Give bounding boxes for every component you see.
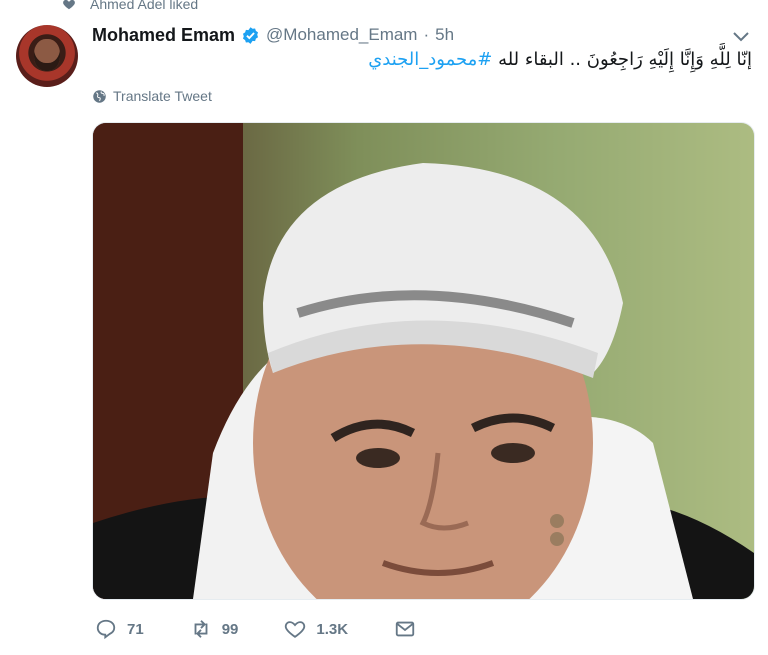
tweet-photo[interactable]: [92, 122, 755, 600]
reply-count: 71: [127, 620, 144, 638]
separator-dot: ·: [423, 25, 430, 44]
tweet-body: إنّا لِلَّهِ وَإِنَّا إِلَيْهِ رَاجِعُون…: [498, 49, 752, 70]
liked-by-text[interactable]: Ahmed Adel liked: [90, 0, 198, 12]
chevron-down-icon[interactable]: [732, 30, 750, 44]
tweet-header: Mohamed Emam @Mohamed_Emam · 5h: [92, 24, 454, 46]
direct-message-button[interactable]: [394, 618, 416, 640]
retweet-count: 99: [221, 620, 239, 638]
dm-icon: [395, 621, 415, 637]
heart-icon: [63, 0, 75, 10]
avatar[interactable]: [16, 25, 78, 87]
hashtag-link[interactable]: #محمود_الجندي: [368, 49, 492, 70]
reply-icon: [96, 619, 116, 640]
author-handle[interactable]: @Mohamed_Emam: [266, 25, 417, 45]
retweet-button[interactable]: 99: [190, 618, 239, 640]
translate-label[interactable]: Translate Tweet: [113, 88, 212, 104]
portrait-image: [93, 123, 754, 599]
verified-badge-icon: [243, 26, 259, 44]
tweet-timestamp[interactable]: 5h: [435, 25, 454, 45]
social-context: Ahmed Adel liked: [62, 0, 198, 14]
reply-button[interactable]: 71: [95, 618, 144, 640]
translate-tweet-link[interactable]: Translate Tweet: [92, 88, 212, 104]
tweet-actions: 71 99 1.3K: [95, 617, 462, 641]
author-name[interactable]: Mohamed Emam: [92, 25, 235, 46]
like-icon: [285, 621, 306, 638]
tweet-text: إنّا لِلَّهِ وَإِنَّا إِلَيْهِ رَاجِعُون…: [92, 48, 752, 72]
retweet-icon: [194, 620, 208, 638]
like-count: 1.3K: [316, 620, 349, 638]
like-button[interactable]: 1.3K: [284, 618, 348, 640]
globe-icon: [93, 89, 106, 103]
